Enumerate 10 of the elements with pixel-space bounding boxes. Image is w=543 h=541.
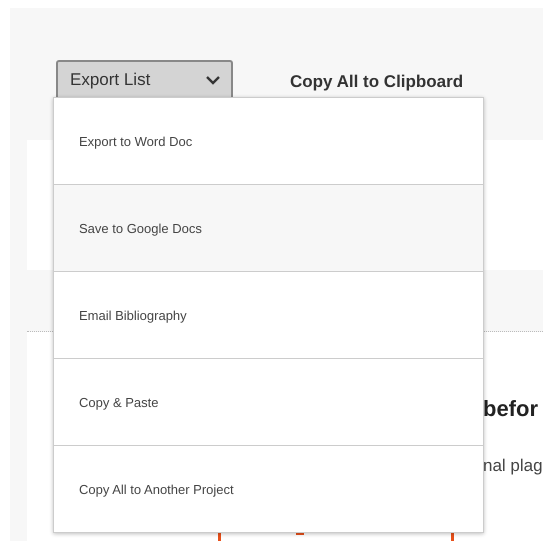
menu-item[interactable]: Copy & Paste: [54, 358, 483, 445]
copy-all-link[interactable]: Copy All to Clipboard: [290, 72, 464, 92]
chevron-down-icon: [205, 74, 221, 84]
section-heading: befor: [483, 396, 539, 422]
menu-item[interactable]: Email Bibliography: [54, 271, 483, 358]
body-text: nal plag: [483, 456, 543, 476]
menu-item[interactable]: Copy All to Another Project: [54, 445, 483, 532]
export-list-button[interactable]: Export List: [56, 60, 233, 97]
menu-item[interactable]: Export to Word Doc: [54, 98, 483, 184]
menu-item[interactable]: Save to Google Docs: [54, 184, 483, 271]
